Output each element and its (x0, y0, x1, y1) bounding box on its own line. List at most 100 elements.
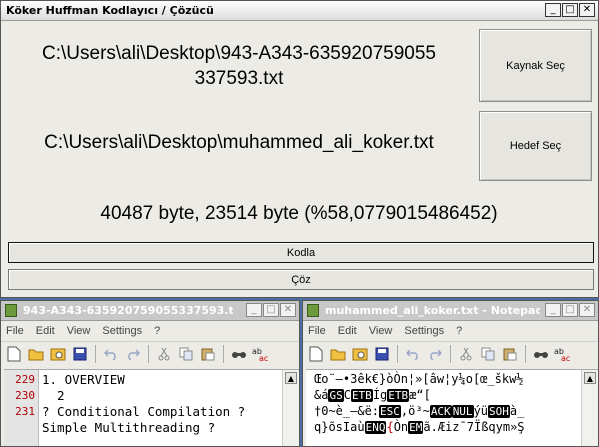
close-button[interactable]: ✕ (579, 303, 595, 317)
control-char-tag: ETB (387, 389, 410, 402)
replace-icon[interactable]: ab ac (553, 344, 573, 364)
redo-icon[interactable] (123, 344, 143, 364)
notepad-app-icon (307, 304, 319, 317)
code-line: Simple Multithreading ? (42, 420, 216, 435)
binary-text-line: †0~è_–&ë:ESC,ö³~ACK NULýüSOHà_ (314, 404, 525, 418)
menu-edit[interactable]: Edit (338, 325, 357, 337)
cut-icon[interactable] (456, 344, 476, 364)
target-path-label: C:\Users\ali\Desktop\muhammed_ali_koker.… (44, 132, 434, 153)
left-notepad-controls: _ □ ✕ (246, 303, 296, 317)
copy-icon[interactable] (478, 344, 498, 364)
maximize-button[interactable]: □ (263, 303, 279, 317)
line-number: 230 (15, 389, 35, 402)
undo-icon[interactable] (101, 344, 121, 364)
svg-text:ac: ac (561, 354, 570, 362)
menu-file[interactable]: File (308, 325, 326, 337)
menu-help[interactable]: ? (456, 325, 462, 337)
copy-icon[interactable] (176, 344, 196, 364)
binary-text-line: q}õsIaùENQ{ÒnEMã.Æiz¯7Ïßqym»Ş (314, 420, 525, 434)
toolbar-separator (148, 345, 149, 363)
binary-text-line: Œo¨–•3êk€}òÒn¦»[âw¦y¼o[œ_škw½ (314, 372, 524, 386)
vertical-scrollbar[interactable]: ▲ (581, 370, 598, 446)
toolbar-separator (450, 345, 451, 363)
right-notepad-titlebar[interactable]: muhammed_ali_koker.txt - Notepad++ _ □ ✕ (303, 301, 598, 321)
replace-icon[interactable]: ab ac (251, 344, 271, 364)
save-icon[interactable] (70, 344, 90, 364)
right-notepad-toolbar: ab ac (303, 341, 598, 366)
target-select-button[interactable]: Hedef Seç (479, 111, 592, 181)
size-info-label: 40487 byte, 23514 byte (%58,077901548645… (100, 203, 498, 224)
control-char: C (343, 388, 351, 402)
right-notepad-controls: _ □ ✕ (545, 303, 595, 317)
paste-icon[interactable] (198, 344, 218, 364)
save-icon[interactable] (372, 344, 392, 364)
source-path-label: C:\Users\ali\Desktop\943-A343-6359207590… (9, 41, 469, 91)
encode-button[interactable]: Kodla (8, 242, 594, 263)
right-notepad-title: muhammed_ali_koker.txt - Notepad++ (325, 304, 540, 317)
scroll-up-arrow[interactable]: ▲ (285, 372, 297, 384)
save-all-icon[interactable] (48, 344, 68, 364)
undo-icon[interactable] (403, 344, 423, 364)
left-editor[interactable]: 229 230 231 1. OVERVIEW 2 ? Conditional … (4, 369, 299, 446)
minimize-button[interactable]: _ (545, 303, 561, 317)
code-line: ? Conditional Compilation ? (42, 404, 246, 419)
menu-edit[interactable]: Edit (36, 325, 55, 337)
menu-view[interactable]: View (67, 325, 91, 337)
binary-text-line: &áGSCETBÍgETBæ“[ (314, 388, 431, 402)
control-char-tag: NUL (451, 405, 474, 418)
toolbar-separator (397, 345, 398, 363)
menu-settings[interactable]: Settings (404, 325, 444, 337)
code-line: 1. OVERVIEW (42, 372, 125, 387)
right-editor[interactable]: Œo¨–•3êk€}òÒn¦»[âw¦y¼o[œ_škw½ &áGSCETBÍg… (306, 369, 598, 446)
code-line: 2 (42, 388, 65, 403)
new-file-icon[interactable] (306, 344, 326, 364)
left-notepad-window: 943-A343-635920759055337593.txt - Notepa… (0, 300, 300, 447)
paste-icon[interactable] (500, 344, 520, 364)
control-char-tag: ETB (350, 389, 373, 402)
control-char-tag: ACK (429, 405, 452, 418)
scroll-up-arrow[interactable]: ▲ (584, 372, 596, 384)
control-char-tag: SOH (488, 405, 510, 418)
minimize-button[interactable]: _ (545, 3, 561, 17)
menu-view[interactable]: View (369, 325, 393, 337)
minimize-button[interactable]: _ (246, 303, 262, 317)
find-icon[interactable] (229, 344, 249, 364)
left-notepad-menubar: File Edit View Settings ? (1, 321, 299, 341)
menu-settings[interactable]: Settings (102, 325, 142, 337)
svg-text:ac: ac (259, 354, 268, 362)
source-path-line1: C:\Users\ali\Desktop\943-A343-6359207590… (42, 43, 436, 64)
menu-help[interactable]: ? (154, 325, 160, 337)
save-all-icon[interactable] (350, 344, 370, 364)
left-notepad-titlebar[interactable]: 943-A343-635920759055337593.txt - Notepa… (1, 301, 299, 321)
toolbar-separator (95, 345, 96, 363)
maximize-button[interactable]: □ (562, 303, 578, 317)
main-window-title: Köker Huffman Kodlayıcı / Çözücü (6, 4, 214, 17)
close-button[interactable]: ✕ (579, 3, 595, 17)
main-titlebar[interactable]: Köker Huffman Kodlayıcı / Çözücü _ □ ✕ (1, 1, 598, 21)
find-icon[interactable] (531, 344, 551, 364)
open-folder-icon[interactable] (328, 344, 348, 364)
line-number: 231 (15, 405, 35, 418)
line-number-gutter: 229 230 231 (4, 370, 39, 446)
cut-icon[interactable] (154, 344, 174, 364)
control-char-tag: ESC (379, 405, 401, 418)
main-window: Köker Huffman Kodlayıcı / Çözücü _ □ ✕ C… (0, 0, 599, 298)
toolbar-separator (525, 345, 526, 363)
maximize-button[interactable]: □ (562, 3, 578, 17)
control-char-tag: EM (408, 421, 424, 434)
menu-file[interactable]: File (6, 325, 24, 337)
close-button[interactable]: ✕ (280, 303, 296, 317)
decode-button[interactable]: Çöz (8, 269, 594, 290)
control-char-tag: GS (328, 389, 344, 402)
redo-icon[interactable] (425, 344, 445, 364)
vertical-scrollbar[interactable]: ▲ (282, 370, 299, 446)
control-char-tag: ENQ (364, 421, 387, 434)
right-notepad-menubar: File Edit View Settings ? (303, 321, 598, 341)
open-folder-icon[interactable] (26, 344, 46, 364)
line-number: 229 (15, 373, 35, 386)
new-file-icon[interactable] (4, 344, 24, 364)
right-notepad-window: muhammed_ali_koker.txt - Notepad++ _ □ ✕… (302, 300, 599, 447)
source-select-button[interactable]: Kaynak Seç (479, 29, 592, 102)
toolbar-separator (223, 345, 224, 363)
notepad-app-icon (5, 304, 17, 317)
